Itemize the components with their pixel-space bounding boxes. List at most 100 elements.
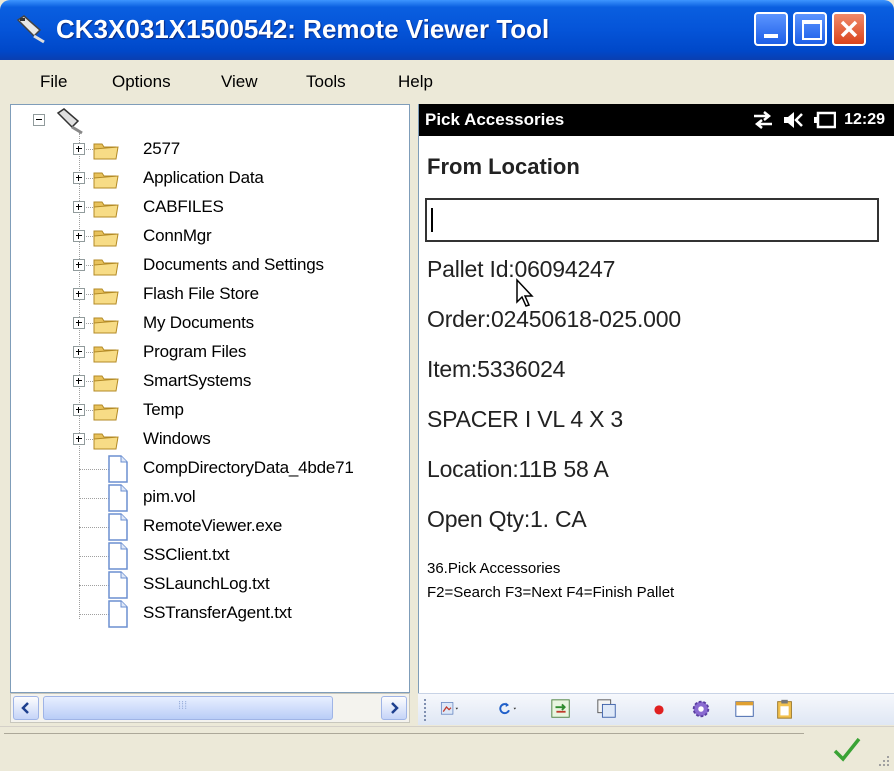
- tree-folder-item[interactable]: ConnMgr: [11, 223, 409, 252]
- expand-icon[interactable]: [73, 346, 85, 358]
- tree-folder-label: SmartSystems: [143, 371, 252, 390]
- toolbar-grip[interactable]: [424, 699, 429, 721]
- folder-icon: [93, 433, 119, 450]
- window-icon[interactable]: [734, 698, 756, 720]
- tree-file-item[interactable]: RemoteViewer.exe: [11, 513, 409, 542]
- sync-icon[interactable]: [550, 698, 572, 720]
- scroll-left-button[interactable]: [13, 696, 39, 720]
- menu-file[interactable]: File: [40, 72, 67, 92]
- menu-bar: File Options View Tools Help: [0, 60, 894, 102]
- scroll-right-button[interactable]: [381, 696, 407, 720]
- connection-arrows-icon: [754, 111, 773, 129]
- tree-folder-item[interactable]: Windows: [11, 426, 409, 455]
- device-screen[interactable]: Pick Accessories 12:29 From Location Pal…: [418, 104, 894, 693]
- tree-folder-label: My Documents: [143, 313, 254, 332]
- close-button[interactable]: [832, 12, 866, 46]
- refresh-dropdown-icon[interactable]: [498, 698, 520, 720]
- tree-guide-line: [79, 498, 109, 499]
- expand-icon[interactable]: [73, 230, 85, 242]
- expand-icon[interactable]: [73, 201, 85, 213]
- tree-file-label: SSClient.txt: [143, 545, 230, 564]
- expand-icon[interactable]: [73, 288, 85, 300]
- tree-horizontal-scrollbar[interactable]: [10, 693, 410, 723]
- collapse-icon[interactable]: [33, 114, 45, 126]
- tree-folder-label: Flash File Store: [143, 284, 259, 303]
- menu-options[interactable]: Options: [112, 72, 171, 92]
- expand-icon[interactable]: [73, 375, 85, 387]
- tree-folder-label: Windows: [143, 429, 211, 448]
- folder-icon: [93, 172, 119, 189]
- expand-icon[interactable]: [73, 404, 85, 416]
- open-qty-text: Open Qty:1. CA: [427, 506, 587, 532]
- folder-icon: [93, 230, 119, 247]
- remote-viewer-window: CK3X031X1500542: Remote Viewer Tool File…: [0, 0, 894, 771]
- from-location-label: From Location: [427, 154, 580, 179]
- tree-file-label: RemoteViewer.exe: [143, 516, 283, 535]
- tree-folder-label: Temp: [143, 400, 184, 419]
- tree-guide-line: [79, 527, 109, 528]
- folder-icon: [93, 143, 119, 160]
- resize-grip-icon[interactable]: [876, 753, 890, 767]
- tree-folder-item[interactable]: Program Files: [11, 339, 409, 368]
- chevron-left-icon: [21, 702, 29, 714]
- menu-help[interactable]: Help: [398, 72, 433, 92]
- file-tree-pane[interactable]: 2577 Application Data CABFILES ConnMgr Docum…: [10, 104, 410, 693]
- maximize-button[interactable]: [793, 12, 827, 46]
- folder-icon: [93, 375, 119, 392]
- clipboard-icon[interactable]: [774, 698, 796, 720]
- tree-folder-item[interactable]: CABFILES: [11, 194, 409, 223]
- record-icon[interactable]: [648, 698, 670, 720]
- text-caret: [431, 208, 433, 232]
- status-panel: [4, 733, 804, 764]
- tree-file-item[interactable]: pim.vol: [11, 484, 409, 513]
- file-icon: [108, 600, 128, 628]
- tree-folder-label: CABFILES: [143, 197, 224, 216]
- remote-device-icon: [16, 15, 45, 44]
- tree-file-label: pim.vol: [143, 487, 196, 506]
- tree-folder-item[interactable]: Application Data: [11, 165, 409, 194]
- expand-icon[interactable]: [73, 317, 85, 329]
- tree-folder-item[interactable]: SmartSystems: [11, 368, 409, 397]
- tree-file-item[interactable]: SSLaunchLog.txt: [11, 571, 409, 600]
- screenshot-dropdown-icon[interactable]: [440, 698, 462, 720]
- expand-icon[interactable]: [73, 172, 85, 184]
- tree-folder-item[interactable]: My Documents: [11, 310, 409, 339]
- expand-icon[interactable]: [73, 259, 85, 271]
- tree-file-item[interactable]: SSTransferAgent.txt: [11, 600, 409, 629]
- device-root-icon: [56, 108, 83, 135]
- settings-gear-icon[interactable]: [690, 698, 712, 720]
- mouse-cursor-icon: [516, 278, 534, 307]
- tree-root[interactable]: [11, 107, 409, 136]
- device-clock: 12:29: [844, 111, 885, 128]
- tree-file-item[interactable]: CompDirectoryData_4bde71: [11, 455, 409, 484]
- folder-icon: [93, 317, 119, 334]
- menu-tools[interactable]: Tools: [306, 72, 346, 92]
- tree-file-item[interactable]: SSClient.txt: [11, 542, 409, 571]
- menu-view[interactable]: View: [221, 72, 258, 92]
- from-location-input[interactable]: [425, 198, 879, 242]
- screen-name-text: 36.Pick Accessories: [427, 560, 561, 577]
- folder-icon: [93, 201, 119, 218]
- tree-guide-line: [79, 556, 109, 557]
- description-text: SPACER I VL 4 X 3: [427, 406, 624, 432]
- tree-folder-item[interactable]: Temp: [11, 397, 409, 426]
- expand-icon[interactable]: [73, 433, 85, 445]
- status-bar: [0, 726, 894, 771]
- tree-folder-label: Documents and Settings: [143, 255, 324, 274]
- tree-guide-line: [79, 614, 109, 615]
- tree-folder-item[interactable]: Flash File Store: [11, 281, 409, 310]
- tree-folder-label: Program Files: [143, 342, 247, 361]
- expand-icon[interactable]: [73, 143, 85, 155]
- tree-folder-item[interactable]: Documents and Settings: [11, 252, 409, 281]
- window-title: CK3X031X1500542: Remote Viewer Tool: [56, 14, 550, 44]
- copy-screen-icon[interactable]: [596, 698, 618, 720]
- scroll-thumb[interactable]: [43, 696, 333, 720]
- tree-folder-item[interactable]: 2577: [11, 136, 409, 165]
- close-icon: [840, 20, 858, 38]
- function-keys-text: F2=Search F3=Next F4=Finish Pallet: [427, 584, 675, 601]
- minimize-button[interactable]: [754, 12, 788, 46]
- file-icon: [108, 513, 128, 541]
- viewer-toolbar: [418, 693, 894, 725]
- location-text: Location:11B 58 A: [427, 456, 609, 482]
- title-bar[interactable]: CK3X031X1500542: Remote Viewer Tool: [0, 0, 894, 60]
